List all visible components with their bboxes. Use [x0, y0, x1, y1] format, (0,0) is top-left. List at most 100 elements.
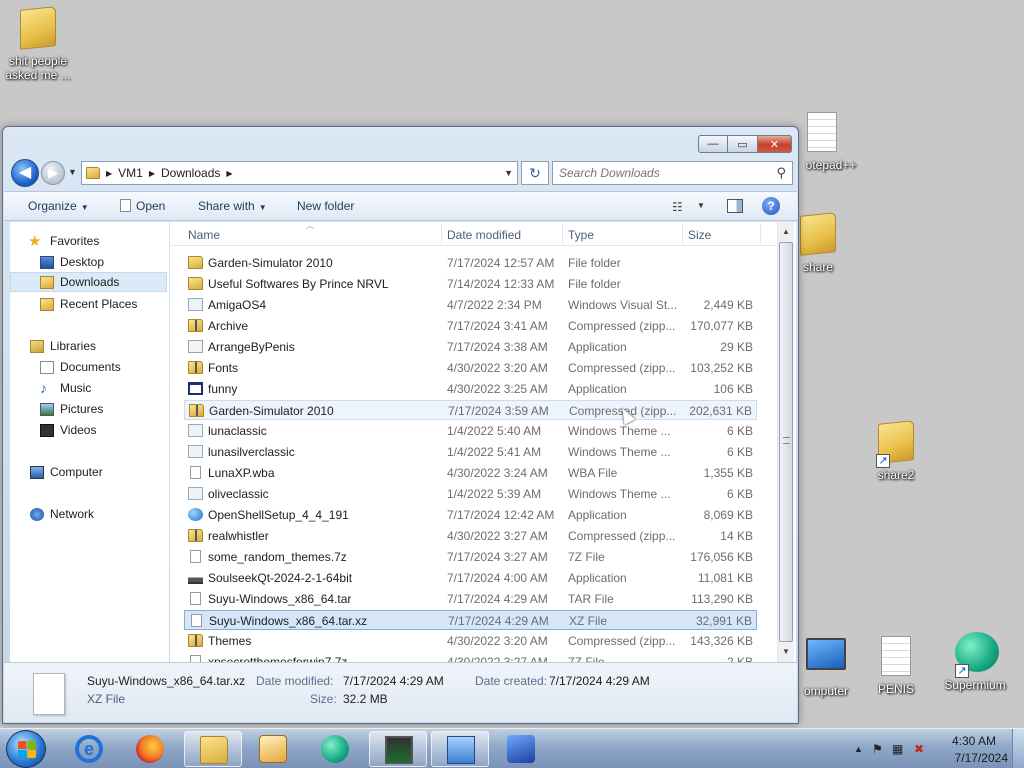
file-row[interactable]: funny 4/30/2022 3:25 AM Application 106 KB [184, 379, 757, 399]
file-row[interactable]: lunasilverclassic 1/4/2022 5:41 AM Windows… [184, 442, 757, 462]
refresh-button[interactable]: ↻ [521, 161, 549, 185]
computer-icon [30, 465, 44, 479]
taskbar-task-monitor[interactable] [369, 731, 427, 767]
minimize-button[interactable]: — [698, 135, 728, 153]
address-dropdown[interactable]: ▼ [504, 168, 513, 178]
file-type: Application [568, 508, 627, 522]
nav-favorites[interactable]: ★ Favorites [10, 231, 167, 251]
scroll-up-button[interactable]: ▲ [778, 224, 794, 240]
file-row[interactable]: SoulseekQt-2024-2-1-64bit 7/17/2024 4:00 … [184, 568, 757, 588]
open-button[interactable]: Open [120, 199, 165, 213]
desktop-icon-penis[interactable]: PENIS [858, 636, 934, 696]
file-row[interactable]: Fonts 4/30/2022 3:20 AM Compressed (zipp..… [184, 358, 757, 378]
preview-pane-icon[interactable] [727, 199, 743, 213]
file-row[interactable]: OpenShellSetup_4_4_191 7/17/2024 12:42 AM… [184, 505, 757, 525]
desktop-icon-share2[interactable]: ↗ share2 [858, 420, 934, 482]
chevron-right-icon[interactable]: ▶ [149, 169, 155, 178]
column-divider[interactable] [562, 224, 563, 244]
clock-date: 7/17/2024 [954, 751, 1008, 765]
forward-button[interactable]: ▶ [41, 161, 65, 185]
action-center-flag-icon[interactable]: ⚑ [872, 742, 883, 756]
desktop-icon-computer[interactable]: omputer [788, 632, 864, 698]
column-header-size[interactable]: Size [688, 228, 711, 242]
file-type: Application [568, 571, 627, 585]
network-icon[interactable]: ▦ [892, 742, 903, 756]
installer-icon [188, 571, 203, 584]
share-with-button[interactable]: Share with ▼ [198, 199, 267, 213]
column-divider[interactable] [760, 224, 761, 244]
views-icon[interactable]: ☷ [672, 200, 683, 214]
search-input[interactable] [553, 162, 763, 184]
file-date: 7/17/2024 4:29 AM [448, 614, 549, 628]
close-button[interactable]: ✕ [758, 135, 792, 153]
nav-pictures[interactable]: Pictures [10, 399, 167, 419]
notepad-icon [807, 112, 837, 152]
address-bar[interactable]: ▶ VM1 ▶ Downloads ▶ ▼ [81, 161, 518, 185]
taskbar-media-player[interactable] [244, 731, 302, 767]
start-button[interactable] [6, 730, 46, 768]
nav-libraries[interactable]: Libraries [10, 336, 167, 356]
folder-icon [200, 736, 228, 764]
file-row[interactable]: xpsecretthemesforwin7.7z 4/30/2022 3:27 A… [184, 652, 757, 662]
vertical-scrollbar[interactable]: ▲ ▼ [777, 222, 794, 662]
breadcrumb-downloads[interactable]: Downloads [161, 166, 220, 180]
nav-computer[interactable]: Computer [10, 462, 167, 482]
show-desktop-button[interactable] [1012, 729, 1024, 768]
window-icon [188, 382, 203, 395]
window-controls: — ▭ ✕ [698, 135, 792, 153]
nav-downloads[interactable]: Downloads [10, 272, 167, 292]
breadcrumb-vm1[interactable]: VM1 [118, 166, 143, 180]
chevron-right-icon[interactable]: ▶ [226, 169, 232, 178]
column-header-name[interactable]: Name [188, 228, 220, 242]
back-button[interactable]: ◀ [11, 159, 39, 187]
file-type: Application [568, 340, 627, 354]
nav-music[interactable]: ♪ Music [10, 378, 167, 398]
file-row[interactable]: AmigaOS4 4/7/2022 2:34 PM Windows Visual S… [184, 295, 757, 315]
taskbar-firefox[interactable] [121, 731, 179, 767]
search-icon[interactable]: ⚲ [776, 165, 786, 181]
nav-videos[interactable]: Videos [10, 420, 167, 440]
column-header-date[interactable]: Date modified [447, 228, 521, 242]
file-row[interactable]: ArrangeByPenis 7/17/2024 3:38 AM Applicati… [184, 337, 757, 357]
volume-muted-icon[interactable]: ✖ [914, 742, 924, 756]
column-divider[interactable] [441, 224, 442, 244]
file-row[interactable]: realwhistler 4/30/2022 3:27 AM Compressed … [184, 526, 757, 546]
taskbar-supermium[interactable] [306, 731, 364, 767]
taskbar-windows-explorer[interactable] [184, 731, 242, 767]
file-row[interactable]: Garden-Simulator 2010 7/17/2024 12:57 AM F… [184, 253, 757, 273]
taskbar-control-panel[interactable] [431, 731, 489, 767]
taskbar-internet-explorer[interactable]: e [60, 731, 118, 767]
column-header-type[interactable]: Type [568, 228, 594, 242]
file-row[interactable]: lunaclassic 1/4/2022 5:40 AM Windows Theme… [184, 421, 757, 441]
file-row[interactable]: Garden-Simulator 2010 7/17/2024 3:59 AM Co… [184, 400, 757, 420]
desktop-icon-supermium[interactable]: ↗ Supermium [937, 632, 1013, 692]
file-date: 7/17/2024 3:27 AM [447, 550, 548, 564]
desktop-icon-folder-1[interactable]: shit people asked me ... [0, 6, 76, 82]
nav-documents[interactable]: Documents [10, 357, 167, 377]
scroll-down-button[interactable]: ▼ [778, 644, 794, 660]
maximize-button[interactable]: ▭ [728, 135, 758, 153]
column-divider[interactable] [682, 224, 683, 244]
shortcut-arrow-icon: ↗ [876, 454, 890, 468]
file-row[interactable]: Suyu-Windows_x86_64.tar.xz 7/17/2024 4:29… [184, 610, 757, 630]
nav-desktop[interactable]: Desktop [10, 252, 167, 272]
file-row[interactable]: Themes 4/30/2022 3:20 AM Compressed (zipp.… [184, 631, 757, 651]
file-row[interactable]: Archive 7/17/2024 3:41 AM Compressed (zipp… [184, 316, 757, 336]
show-hidden-icons-button[interactable]: ▲ [854, 744, 863, 754]
file-row[interactable]: Suyu-Windows_x86_64.tar 7/17/2024 4:29 AM… [184, 589, 757, 609]
nav-network[interactable]: Network [10, 504, 167, 524]
scroll-thumb[interactable] [779, 242, 793, 642]
new-folder-button[interactable]: New folder [297, 199, 354, 213]
chevron-right-icon[interactable]: ▶ [106, 169, 112, 178]
recent-pages-dropdown[interactable]: ▼ [68, 167, 77, 177]
chevron-down-icon[interactable]: ▼ [697, 201, 705, 210]
taskbar-bird-app[interactable] [492, 731, 550, 767]
organize-button[interactable]: Organize ▼ [28, 199, 89, 213]
help-icon[interactable]: ? [762, 197, 780, 215]
file-row[interactable]: oliveclassic 1/4/2022 5:39 AM Windows Them… [184, 484, 757, 504]
file-row[interactable]: some_random_themes.7z 7/17/2024 3:27 AM 7Z… [184, 547, 757, 567]
nav-recent-places[interactable]: Recent Places [10, 294, 167, 314]
file-row[interactable]: Useful Softwares By Prince NRVL 7/14/2024… [184, 274, 757, 294]
details-pane: Suyu-Windows_x86_64.tar.xz XZ File Date … [4, 662, 797, 722]
file-row[interactable]: LunaXP.wba 4/30/2022 3:24 AM WBA File 1,355… [184, 463, 757, 483]
